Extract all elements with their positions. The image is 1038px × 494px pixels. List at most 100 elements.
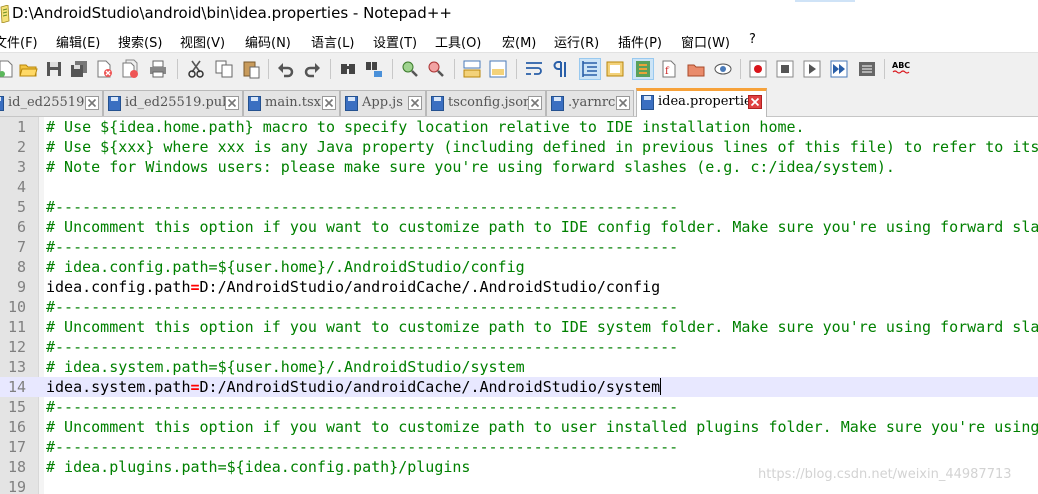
tab-app-js[interactable]: App.js	[340, 90, 426, 116]
menu-tools[interactable]: 工具(O)	[435, 32, 481, 51]
menu-view[interactable]: 视图(V)	[180, 32, 225, 51]
open-file-icon[interactable]	[18, 59, 38, 79]
word-wrap-icon[interactable]	[524, 59, 544, 79]
tab-label: main.tsx	[265, 95, 321, 110]
editor-line[interactable]: 8 # idea.config.path=${user.home}/.Androi…	[0, 257, 1038, 277]
line-text: # Use ${idea.home.path} macro to specify…	[46, 118, 805, 136]
editor-line[interactable]: 11 # Uncomment this option if you want to…	[0, 317, 1038, 337]
tab-id-ed25519-pub[interactable]: id_ed25519.pub	[103, 90, 243, 116]
line-number: 16	[7, 418, 26, 436]
saved-file-icon	[551, 96, 564, 111]
monitoring-icon[interactable]	[686, 59, 706, 79]
text-caret	[660, 378, 662, 395]
paste-icon[interactable]	[241, 59, 261, 79]
indent-guide-icon[interactable]	[579, 58, 601, 80]
tab-close-icon[interactable]	[616, 96, 630, 110]
editor-line[interactable]: 5 #--------------------------------------…	[0, 197, 1038, 217]
menu-settings[interactable]: 设置(T)	[373, 32, 417, 51]
editor-line[interactable]: 10 #-------------------------------------…	[0, 297, 1038, 317]
editor-line[interactable]: 9 idea.config.path=D:/AndroidStudio/andro…	[0, 277, 1038, 297]
spell-check-icon[interactable]: ABC	[892, 59, 912, 79]
saved-file-icon	[431, 96, 444, 111]
menu-plugins[interactable]: 插件(P)	[618, 32, 662, 51]
copy-icon[interactable]	[214, 59, 234, 79]
editor-line[interactable]: 1 # Use ${idea.home.path} macro to specif…	[0, 117, 1038, 137]
tab-close-icon[interactable]	[225, 96, 239, 110]
watermark: https://blog.csdn.net/weixin_44987713	[758, 467, 1012, 482]
comment-text: # Uncomment this option if you want to c…	[46, 318, 1038, 336]
function-list-icon[interactable]	[632, 58, 654, 80]
title-bar-highlight	[795, 0, 855, 2]
tab-yarnrc[interactable]: .yarnrc	[546, 90, 634, 116]
redo-icon[interactable]	[302, 59, 322, 79]
tab-main-tsx[interactable]: main.tsx	[243, 90, 340, 116]
run-macro-multiple-icon[interactable]	[829, 59, 849, 79]
stop-macro-icon[interactable]	[775, 59, 795, 79]
saved-file-icon	[0, 96, 4, 111]
save-all-icon[interactable]	[69, 59, 89, 79]
editor-line[interactable]: 2 # Use ${xxx} where xxx is any Java prop…	[0, 137, 1038, 157]
tab-close-icon[interactable]	[408, 96, 422, 110]
comment-text: # idea.plugins.path=${idea.config.path}/…	[46, 458, 471, 476]
menu-window[interactable]: 窗口(W)	[681, 32, 730, 51]
sync-horizontal-icon[interactable]	[488, 59, 508, 79]
property-assign-operator: =	[190, 278, 200, 296]
document-map-icon[interactable]	[605, 59, 625, 79]
menu-search[interactable]: 搜索(S)	[118, 32, 162, 51]
line-text: # Use ${xxx} where xxx is any Java prope…	[46, 138, 1038, 156]
menu-encoding[interactable]: 编码(N)	[245, 32, 291, 51]
line-number: 8	[16, 258, 26, 276]
menu-file[interactable]: 文件(F)	[0, 32, 38, 51]
tab-tsconfig-json[interactable]: tsconfig.json	[426, 90, 546, 116]
close-icon[interactable]	[94, 59, 114, 79]
menu-help[interactable]: ?	[749, 32, 756, 47]
editor-line[interactable]: 4	[0, 177, 1038, 197]
comment-text: # Note for Windows users: please make su…	[46, 158, 895, 176]
undo-icon[interactable]	[276, 59, 296, 79]
find-icon[interactable]	[338, 59, 358, 79]
editor-line[interactable]: 14 idea.system.path=D:/AndroidStudio/andr…	[0, 377, 1038, 397]
editor-line[interactable]: 12 #-------------------------------------…	[0, 337, 1038, 357]
tab-close-icon[interactable]	[85, 96, 99, 110]
cut-icon[interactable]	[186, 59, 206, 79]
play-macro-icon[interactable]	[802, 59, 822, 79]
new-file-icon[interactable]	[0, 59, 16, 79]
zoom-out-icon[interactable]	[426, 59, 446, 79]
editor-line[interactable]: 13 # idea.system.path=${user.home}/.Andro…	[0, 357, 1038, 377]
zoom-in-icon[interactable]	[400, 59, 420, 79]
editor-line[interactable]: 7 #--------------------------------------…	[0, 237, 1038, 257]
eye-icon[interactable]	[713, 59, 733, 79]
line-text: # idea.config.path=${user.home}/.Android…	[46, 258, 525, 276]
editor-line[interactable]: 17 #-------------------------------------…	[0, 437, 1038, 457]
close-all-icon[interactable]	[120, 59, 140, 79]
tab-close-icon[interactable]	[748, 95, 762, 109]
tab-close-icon[interactable]	[528, 96, 542, 110]
menu-language[interactable]: 语言(L)	[311, 32, 354, 51]
show-all-characters-icon[interactable]	[550, 59, 570, 79]
property-key: idea.system.path	[46, 378, 191, 396]
tab-id-ed25519[interactable]: id_ed25519	[0, 90, 103, 116]
editor-line[interactable]: 3 # Note for Windows users: please make s…	[0, 157, 1038, 177]
folder-workspace-icon[interactable]: f	[659, 59, 679, 79]
line-number: 9	[16, 278, 26, 296]
editor-line[interactable]: 16 # Uncomment this option if you want to…	[0, 417, 1038, 437]
sync-vertical-icon[interactable]	[462, 59, 482, 79]
tab-idea-properties[interactable]: idea.properties	[636, 88, 767, 117]
text-editor[interactable]: 1 # Use ${idea.home.path} macro to specif…	[0, 117, 1038, 494]
record-macro-icon[interactable]	[748, 59, 768, 79]
comment-text: #---------------------------------------…	[46, 438, 679, 456]
editor-line[interactable]: 15 #-------------------------------------…	[0, 397, 1038, 417]
menu-macro[interactable]: 宏(M)	[502, 32, 536, 51]
menu-run[interactable]: 运行(R)	[554, 32, 599, 51]
line-text: # Uncomment this option if you want to c…	[46, 218, 1038, 236]
line-text: #---------------------------------------…	[46, 298, 678, 316]
line-text: idea.system.path=D:/AndroidStudio/androi…	[46, 378, 662, 396]
save-macro-icon[interactable]	[857, 59, 877, 79]
tab-close-icon[interactable]	[322, 96, 336, 110]
save-icon[interactable]	[44, 59, 64, 79]
toolbar-separator	[392, 59, 393, 79]
replace-icon[interactable]	[364, 59, 384, 79]
menu-edit[interactable]: 编辑(E)	[56, 32, 100, 51]
print-icon[interactable]	[148, 59, 168, 79]
editor-line[interactable]: 6 # Uncomment this option if you want to …	[0, 217, 1038, 237]
